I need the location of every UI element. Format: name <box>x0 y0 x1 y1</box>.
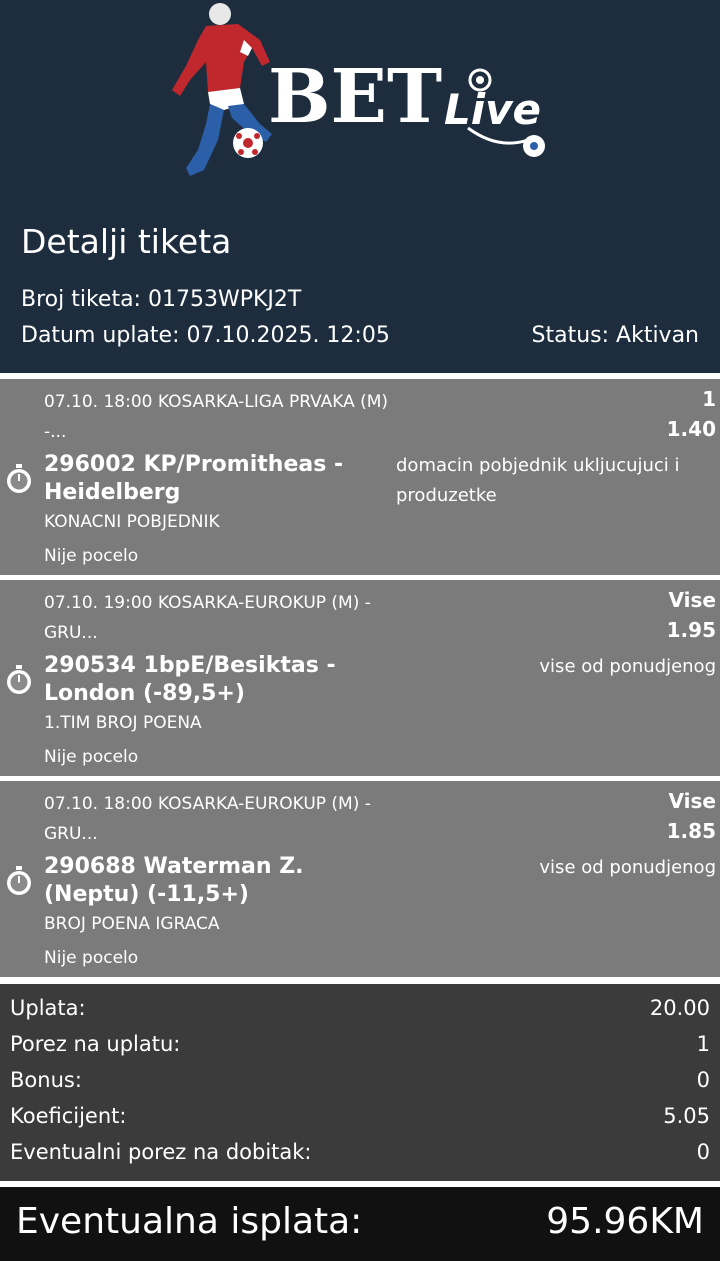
match-card[interactable]: 07.10. 18:00 KOSARKA-LIGA PRVAKA (M) -..… <box>0 379 720 575</box>
summary-row-uplata: Uplata: 20.00 <box>10 996 710 1026</box>
match-odd: 1.85 <box>666 819 716 843</box>
summary-label: Porez na uplatu: <box>10 1032 181 1056</box>
match-info: 07.10. 18:00 KOSARKA-LIGA PRVAKA (M) -..… <box>44 392 389 442</box>
payout-value: 95.96KM <box>546 1201 704 1242</box>
summary-row-bonus: Bonus: 0 <box>10 1068 710 1098</box>
match-card[interactable]: 07.10. 18:00 KOSARKA-EUROKUP (M) - GRU..… <box>0 781 720 977</box>
match-odd: 1.40 <box>666 417 716 441</box>
summary-label: Bonus: <box>10 1068 82 1092</box>
summary-label: Uplata: <box>10 996 86 1020</box>
match-pick: Vise <box>668 789 716 813</box>
summary-value: 5.05 <box>663 1104 710 1128</box>
summary-row-porez-na-dobitak: Eventualni porez na dobitak: 0 <box>10 1140 710 1170</box>
stopwatch-icon <box>7 866 31 895</box>
stopwatch-icon <box>7 464 31 493</box>
match-market: BROJ POENA IGRACA <box>44 914 220 934</box>
match-state: Nije pocelo <box>44 747 139 767</box>
match-description: domacin pobjednik ukljucujuci i produzet… <box>396 455 680 506</box>
ticket-header: BET Live Detalji tiketa Broj tiketa: 017… <box>0 0 720 373</box>
match-pick: 1 <box>702 387 716 411</box>
match-pick: Vise <box>668 588 716 612</box>
ticket-status: Status: Aktivan <box>531 323 699 348</box>
summary-row-koeficijent: Koeficijent: 5.05 <box>10 1104 710 1134</box>
logo-text-live: Live <box>444 85 541 134</box>
page-title: Detalji tiketa <box>21 222 232 261</box>
match-name: 290688 Waterman Z.(Neptu) (-11,5+) <box>44 854 304 907</box>
summary-value: 1 <box>696 1032 710 1056</box>
match-name: 296002 KP/Promitheas - Heidelberg <box>44 452 344 505</box>
betlive-logo: BET Live <box>172 3 545 176</box>
logo-text-bet: BET <box>268 54 442 140</box>
match-market: KONACNI POBJEDNIK <box>44 512 220 532</box>
match-state: Nije pocelo <box>44 546 139 566</box>
ticket-summary: Uplata: 20.00 Porez na uplatu: 1 Bonus: … <box>0 984 720 1181</box>
summary-row-porez-na-uplatu: Porez na uplatu: 1 <box>10 1032 710 1062</box>
match-info: 07.10. 18:00 KOSARKA-EUROKUP (M) - GRU..… <box>44 794 371 844</box>
stopwatch-icon <box>7 665 31 694</box>
match-card[interactable]: 07.10. 19:00 KOSARKA-EUROKUP (M) - GRU..… <box>0 580 720 776</box>
match-market: 1.TIM BROJ POENA <box>44 713 202 733</box>
potential-payout: Eventualna isplata: 95.96KM <box>0 1187 720 1261</box>
football-ball-icon <box>233 128 263 158</box>
match-state: Nije pocelo <box>44 948 139 968</box>
summary-value: 0 <box>696 1140 710 1164</box>
match-description: vise od ponudjenog <box>539 656 716 677</box>
match-odd: 1.95 <box>666 618 716 642</box>
match-name: 290534 1bpE/Besiktas - London (-89,5+) <box>44 653 336 706</box>
summary-label: Eventualni porez na dobitak: <box>10 1140 312 1164</box>
payment-date: Datum uplate: 07.10.2025. 12:05 <box>21 323 390 348</box>
summary-value: 0 <box>696 1068 710 1092</box>
match-info: 07.10. 19:00 KOSARKA-EUROKUP (M) - GRU..… <box>44 593 371 643</box>
summary-label: Koeficijent: <box>10 1104 127 1128</box>
match-description: vise od ponudjenog <box>539 857 716 878</box>
summary-value: 20.00 <box>649 996 710 1020</box>
payout-label: Eventualna isplata: <box>16 1201 363 1242</box>
ticket-number: Broj tiketa: 01753WPKJ2T <box>21 287 302 312</box>
